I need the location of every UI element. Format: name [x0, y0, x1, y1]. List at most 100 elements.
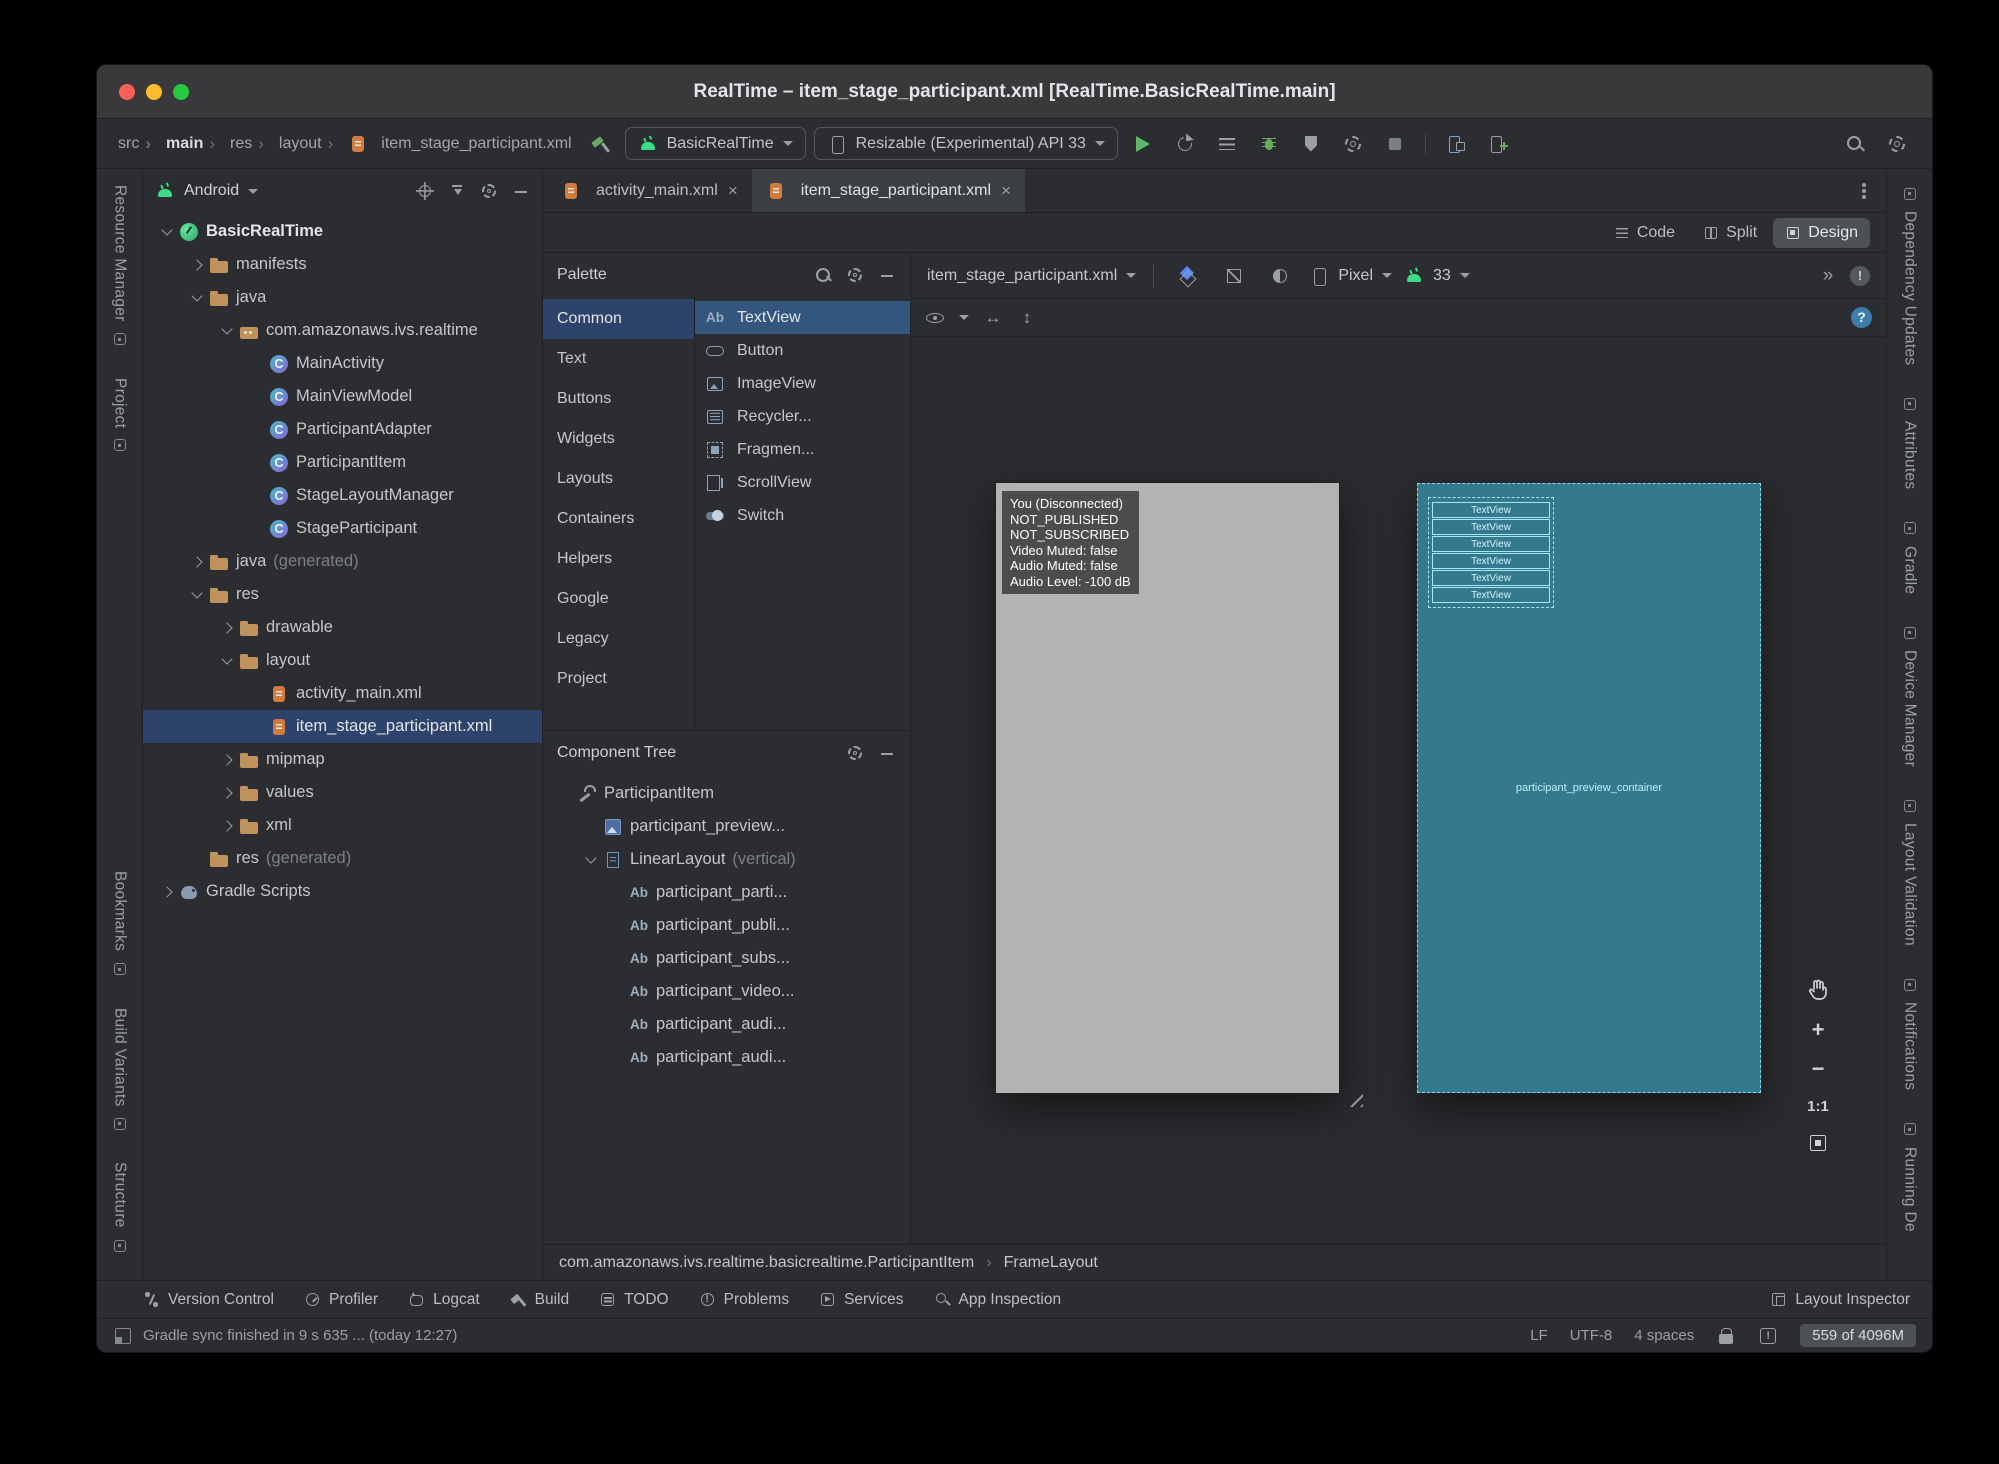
palette-category[interactable]: Project	[543, 659, 694, 699]
blueprint-textview[interactable]: TextView	[1432, 536, 1550, 552]
project-tree-item[interactable]: java	[143, 281, 542, 314]
target-device-select[interactable]: Resizable (Experimental) API 33	[813, 127, 1118, 160]
editor-tab[interactable]: activity_main.xml	[547, 169, 752, 212]
project-tree-item[interactable]: ParticipantAdapter	[143, 413, 542, 446]
api-version-select[interactable]: 33	[1404, 266, 1470, 286]
editor-mode-button[interactable]: Split	[1691, 218, 1769, 248]
palette-category[interactable]: Google	[543, 579, 694, 619]
chevron-icon[interactable]	[215, 624, 239, 632]
search-everywhere-button[interactable]	[1838, 128, 1872, 160]
zoom-to-fit-button[interactable]	[1809, 1134, 1827, 1152]
hide-panel-icon[interactable]	[512, 182, 530, 200]
minimize-window-button[interactable]	[146, 84, 162, 100]
bottom-tool-button[interactable]: Logcat	[408, 1291, 480, 1309]
bottom-tool-button[interactable]: Services	[819, 1291, 904, 1309]
zoom-out-button[interactable]: −	[1812, 1058, 1825, 1080]
locate-file-icon[interactable]	[416, 182, 434, 200]
zoom-window-button[interactable]	[173, 84, 189, 100]
component-tree-item[interactable]: participant_video...	[543, 975, 910, 1008]
more-actions-icon[interactable]	[1818, 266, 1838, 286]
notifications-indicator-icon[interactable]	[1758, 1326, 1778, 1346]
pair-device-button[interactable]	[1481, 128, 1515, 160]
coverage-button[interactable]	[1294, 128, 1328, 160]
status-message[interactable]: Gradle sync finished in 9 s 635 ... (tod…	[143, 1327, 457, 1344]
chevron-down-icon[interactable]	[248, 188, 259, 194]
canvas-resize-handle[interactable]	[1343, 1087, 1363, 1107]
encoding-indicator[interactable]: UTF-8	[1570, 1327, 1613, 1344]
collapse-all-icon[interactable]	[448, 182, 466, 200]
tool-window-button[interactable]: Build Variants	[111, 1008, 129, 1133]
breadcrumb-item[interactable]: src	[115, 135, 142, 153]
project-tree-item[interactable]: BasicRealTime	[143, 215, 542, 248]
tool-window-button[interactable]: Dependency Updates	[1901, 185, 1919, 365]
tool-window-button[interactable]: Gradle	[1901, 520, 1919, 594]
palette-component[interactable]: ScrollView	[695, 466, 910, 499]
gear-icon[interactable]	[846, 744, 864, 762]
project-tree-item[interactable]: StageParticipant	[143, 512, 542, 545]
component-tree-item[interactable]: participant_audi...	[543, 1041, 910, 1074]
breadcrumb-item[interactable]: layout	[255, 134, 324, 154]
chevron-icon[interactable]	[185, 261, 209, 269]
debug-button[interactable]	[1252, 128, 1286, 160]
chevron-icon[interactable]	[155, 230, 179, 234]
stop-button[interactable]	[1378, 128, 1412, 160]
blueprint-textview[interactable]: TextView	[1432, 502, 1550, 518]
chevron-icon[interactable]	[215, 756, 239, 764]
project-tree-item[interactable]: item_stage_participant.xml	[143, 710, 542, 743]
tool-window-toggle-icon[interactable]	[113, 1326, 133, 1346]
palette-category[interactable]: Legacy	[543, 619, 694, 659]
zoom-actual-size-button[interactable]: 1:1	[1807, 1098, 1829, 1115]
project-tree-item[interactable]: xml	[143, 809, 542, 842]
tool-window-button[interactable]: Attributes	[1901, 395, 1919, 490]
run-configuration-select[interactable]: BasicRealTime	[624, 127, 806, 160]
component-tree-item[interactable]: participant_subs...	[543, 942, 910, 975]
project-tree-item[interactable]: res	[143, 578, 542, 611]
lock-icon[interactable]	[1716, 1326, 1736, 1346]
palette-category[interactable]: Buttons	[543, 379, 694, 419]
blueprint-textview-group[interactable]: TextView TextView TextView TextView Text…	[1428, 497, 1554, 608]
component-tree-item[interactable]: participant_preview...	[543, 810, 910, 843]
component-tree-item[interactable]: participant_publi...	[543, 909, 910, 942]
palette-component[interactable]: Button	[695, 334, 910, 367]
project-tree-item[interactable]: com.amazonaws.ivs.realtime	[143, 314, 542, 347]
blueprint-textview[interactable]: TextView	[1432, 587, 1550, 603]
tool-window-button[interactable]: Structure	[111, 1162, 129, 1254]
palette-component[interactable]: TextView	[695, 301, 910, 334]
sync-project-button[interactable]	[1336, 128, 1370, 160]
search-icon[interactable]	[814, 266, 832, 284]
palette-component[interactable]: Fragmen...	[695, 433, 910, 466]
render-errors-icon[interactable]	[1850, 265, 1870, 286]
breadcrumb-item[interactable]: item_stage_participant.xml	[325, 134, 575, 154]
palette-category[interactable]: Text	[543, 339, 694, 379]
run-button[interactable]	[1126, 128, 1160, 160]
palette-category[interactable]: Common	[543, 299, 694, 339]
project-tree-item[interactable]: values	[143, 776, 542, 809]
chevron-icon[interactable]	[185, 296, 209, 300]
palette-category[interactable]: Containers	[543, 499, 694, 539]
component-tree-item[interactable]: participant_parti...	[543, 876, 910, 909]
palette-component[interactable]: Recycler...	[695, 400, 910, 433]
palette-category[interactable]: Helpers	[543, 539, 694, 579]
chevron-icon[interactable]	[215, 659, 239, 663]
close-tab-icon[interactable]	[726, 181, 738, 201]
apply-changes-button[interactable]	[1168, 128, 1202, 160]
hide-panel-icon[interactable]	[878, 266, 896, 284]
titlebar[interactable]: RealTime – item_stage_participant.xml [R…	[97, 65, 1932, 119]
view-options-icon[interactable]	[925, 308, 945, 328]
project-tree-item[interactable]: activity_main.xml	[143, 677, 542, 710]
project-tree-item[interactable]: Gradle Scripts	[143, 875, 542, 908]
project-tree-item[interactable]: StageLayoutManager	[143, 479, 542, 512]
pan-hand-icon[interactable]	[1806, 977, 1830, 1001]
project-tree-item[interactable]: manifests	[143, 248, 542, 281]
bottom-tool-button[interactable]: TODO	[599, 1291, 669, 1309]
chevron-icon[interactable]	[215, 329, 239, 333]
project-tree-item[interactable]: MainViewModel	[143, 380, 542, 413]
horizontal-constraint-icon[interactable]	[983, 308, 1003, 328]
chevron-icon[interactable]	[185, 558, 209, 566]
palette-component[interactable]: Switch	[695, 499, 910, 532]
breadcrumb-component[interactable]: FrameLayout	[1004, 1254, 1098, 1272]
gear-icon[interactable]	[480, 182, 498, 200]
close-window-button[interactable]	[119, 84, 135, 100]
blueprint-textview[interactable]: TextView	[1432, 553, 1550, 569]
hide-panel-icon[interactable]	[878, 744, 896, 762]
